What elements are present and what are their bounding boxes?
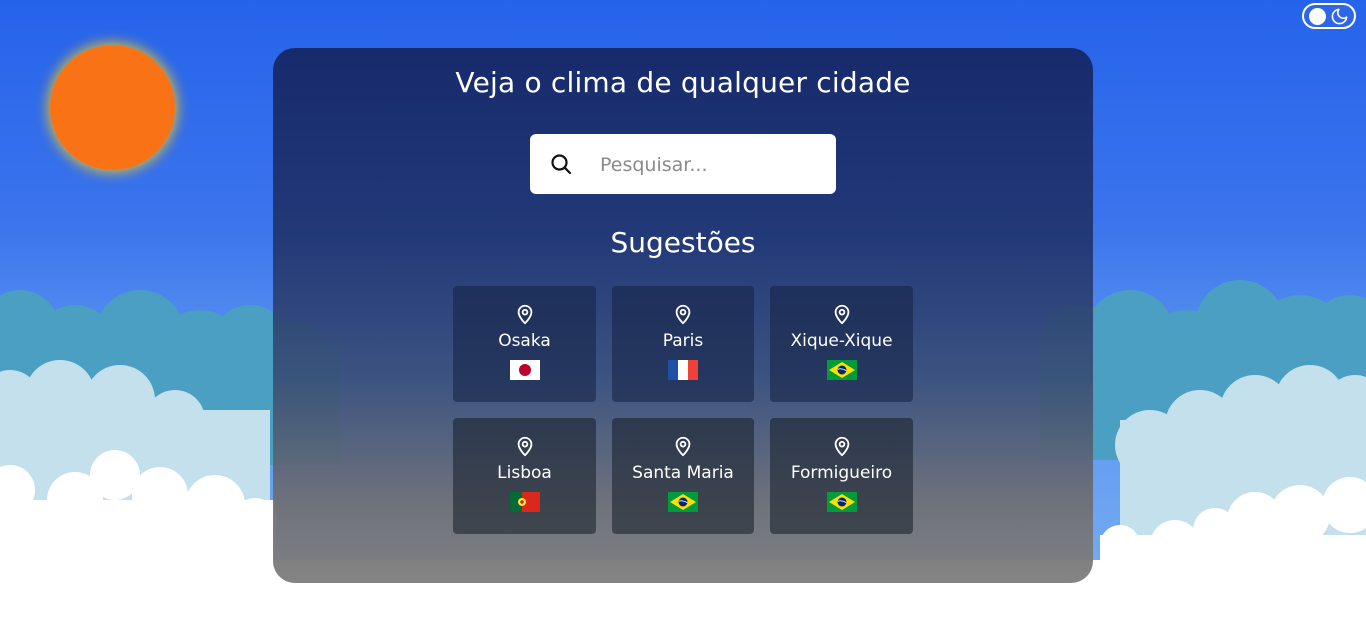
flag-brazil-icon bbox=[668, 492, 698, 512]
city-card-xique-xique[interactable]: Xique-Xique bbox=[770, 286, 913, 402]
city-name: Lisboa bbox=[497, 463, 552, 483]
city-card-formigueiro[interactable]: Formigueiro bbox=[770, 418, 913, 534]
moon-icon bbox=[1331, 8, 1348, 25]
city-name: Osaka bbox=[498, 331, 551, 351]
flag-brazil-icon bbox=[826, 360, 857, 380]
city-card-santa-maria[interactable]: Santa Maria bbox=[612, 418, 754, 534]
sun-decoration bbox=[50, 45, 175, 170]
page-title: Veja o clima de qualquer cidade bbox=[455, 66, 911, 99]
location-pin-icon bbox=[675, 304, 691, 325]
location-pin-icon bbox=[517, 436, 532, 457]
city-name: Paris bbox=[662, 331, 704, 351]
flag-japan-icon bbox=[509, 360, 540, 380]
city-card-osaka[interactable]: Osaka bbox=[453, 286, 596, 402]
location-pin-icon bbox=[675, 436, 691, 457]
city-name: Formigueiro bbox=[790, 463, 893, 483]
flag-brazil-icon bbox=[826, 492, 857, 512]
location-pin-icon bbox=[834, 436, 849, 457]
weather-card: Veja o clima de qualquer cidade Sugestõe… bbox=[273, 48, 1093, 583]
suggestions-grid: Osaka Paris Xique-Xique Lisboa Santa Mar… bbox=[453, 286, 913, 534]
theme-toggle[interactable] bbox=[1302, 3, 1356, 29]
suggestions-title: Sugestões bbox=[610, 226, 756, 259]
city-card-paris[interactable]: Paris bbox=[612, 286, 754, 402]
city-name: Xique-Xique bbox=[790, 331, 893, 351]
search-input[interactable] bbox=[598, 144, 828, 186]
search-icon[interactable] bbox=[549, 152, 573, 176]
flag-france-icon bbox=[668, 360, 698, 380]
search-bar[interactable] bbox=[530, 134, 836, 194]
toggle-knob bbox=[1309, 8, 1326, 25]
flag-portugal-icon bbox=[509, 492, 540, 512]
location-pin-icon bbox=[517, 304, 532, 325]
location-pin-icon bbox=[834, 304, 849, 325]
city-card-lisboa[interactable]: Lisboa bbox=[453, 418, 596, 534]
city-name: Santa Maria bbox=[632, 463, 734, 483]
